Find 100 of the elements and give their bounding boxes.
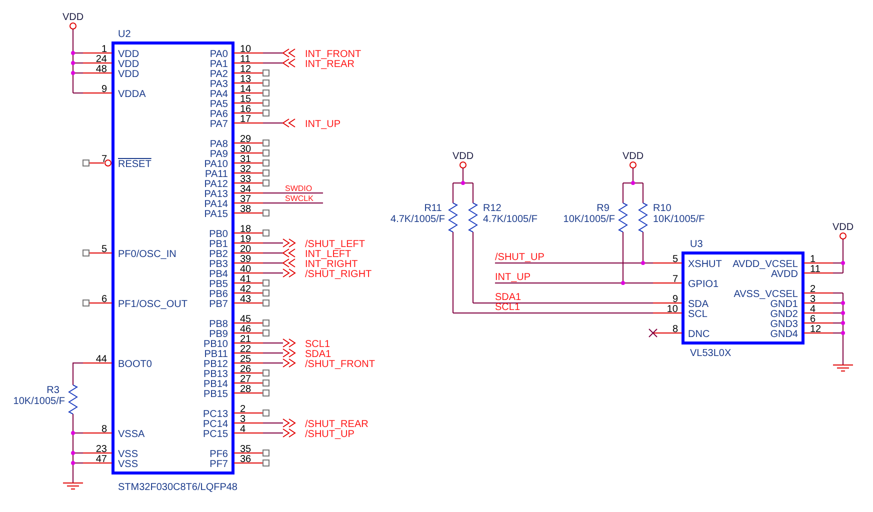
pin-name: PF0/OSC_IN — [118, 249, 176, 260]
pin-number: 6 — [810, 314, 816, 325]
pin-name: VSS — [118, 449, 138, 460]
pin-number: 38 — [240, 204, 252, 215]
net-label: /SHUT_UP — [305, 429, 354, 440]
net-flag-icon — [282, 248, 296, 258]
net-label: SDA1 — [305, 349, 332, 360]
pin-number: 37 — [240, 194, 252, 205]
net-label: SWCLK — [285, 194, 314, 203]
pin-name: VDD — [118, 69, 140, 80]
junction-dot — [71, 431, 75, 435]
pin-name: PA4 — [210, 89, 228, 100]
resistor-drawing — [468, 202, 478, 232]
pin-number: 44 — [96, 354, 107, 365]
junction-dot — [631, 181, 635, 185]
pin-number: 11 — [240, 54, 250, 65]
pin-number: 5 — [672, 254, 678, 265]
pin-name: PA10 — [204, 159, 228, 170]
wire — [262, 52, 284, 54]
pin-name: PA5 — [210, 99, 228, 110]
pin-number: 8 — [672, 324, 678, 335]
net-label: INT_FRONT — [305, 49, 362, 60]
pin-number: 26 — [240, 364, 252, 375]
pin-name: PB8 — [209, 319, 228, 330]
pin-name: PF1/OSC_OUT — [118, 299, 188, 310]
pin-name: PB10 — [204, 339, 228, 350]
wire — [262, 262, 284, 264]
pin-number: 8 — [101, 424, 107, 435]
net-label: INT_RIGHT — [305, 259, 358, 270]
pin-name: PC13 — [202, 409, 228, 420]
resistor-ref: R12 — [483, 203, 502, 214]
pin-number: 17 — [240, 114, 252, 125]
junction-dot — [71, 461, 75, 465]
junction-dot — [71, 71, 75, 75]
net-flag-icon — [282, 338, 296, 348]
wire — [262, 432, 284, 434]
pin-name: PA6 — [210, 109, 228, 120]
power-port-icon — [630, 162, 636, 168]
no-connect-icon — [82, 250, 90, 256]
net-label: /SHUT_FRONT — [305, 359, 375, 370]
junction-dot — [461, 181, 465, 185]
pin-name: PA2 — [210, 69, 228, 80]
pin-number: 12 — [240, 64, 252, 75]
resistor-drawing — [68, 384, 78, 414]
pin-name: PB0 — [209, 229, 228, 240]
pin-name: PB6 — [209, 289, 228, 300]
pin-name: PC15 — [202, 429, 228, 440]
net-label: /SHUT_UP — [495, 252, 544, 263]
net-label: /SHUT_RIGHT — [305, 269, 372, 280]
pin-number: 18 — [240, 224, 252, 235]
pin-name: PA8 — [210, 139, 228, 150]
net-label: INT_UP — [305, 119, 341, 130]
pin-name: PB12 — [204, 359, 228, 370]
wire — [262, 62, 284, 64]
pin-name: PF7 — [210, 459, 228, 470]
resistor-drawing — [448, 202, 458, 232]
wire — [262, 352, 284, 354]
resistor-ref: R3 — [46, 385, 60, 396]
wire — [262, 192, 324, 194]
pin-name: PA12 — [204, 179, 228, 190]
pin-name: PB5 — [209, 279, 228, 290]
pin-name: AVDD_VCSEL — [732, 259, 798, 270]
power-label: VDD — [832, 222, 854, 233]
pin-number: 34 — [240, 184, 252, 195]
pin-name: PA15 — [204, 209, 228, 220]
net-flag-icon — [282, 238, 296, 248]
pin-number: 36 — [240, 454, 252, 465]
wire — [262, 342, 284, 344]
pin-number: 33 — [240, 174, 252, 185]
pin-name: PA9 — [210, 149, 228, 160]
net-label: INT_LEFT — [305, 249, 352, 260]
pin-number: 7 — [101, 154, 107, 165]
pin-number: 16 — [240, 104, 252, 115]
resistor-value: 10K/1005/F — [13, 396, 65, 407]
pin-name: PA0 — [210, 49, 228, 60]
power-port-icon — [840, 232, 846, 240]
pin-number: 31 — [240, 154, 252, 165]
net-label: SWDIO — [285, 184, 312, 193]
pin-name: AVDD — [770, 269, 798, 280]
component-ref: U3 — [690, 239, 703, 250]
pin-name: RESET — [118, 159, 152, 170]
pin-name: VDDA — [118, 89, 146, 100]
wire — [262, 252, 284, 254]
resistor-value: 10K/1005/F — [653, 214, 705, 225]
pin-number: 4 — [240, 424, 246, 435]
pin-name: GPIO1 — [688, 279, 719, 290]
pin-name: VDD — [118, 49, 140, 60]
pin-name: PF6 — [210, 449, 228, 460]
pin-name: PB2 — [209, 249, 228, 260]
wire — [262, 242, 284, 244]
pin-number: 22 — [240, 344, 252, 355]
pin-number: 1 — [101, 44, 107, 55]
pin-name: PB14 — [204, 379, 228, 390]
junction-dot — [641, 261, 645, 265]
pin-number: 2 — [240, 404, 246, 415]
ground-icon — [62, 482, 84, 490]
pin-name: PC14 — [202, 419, 228, 430]
pin-name: XSHUT — [688, 259, 722, 270]
pin-name: PB1 — [209, 239, 228, 250]
resistor-drawing — [638, 202, 648, 232]
